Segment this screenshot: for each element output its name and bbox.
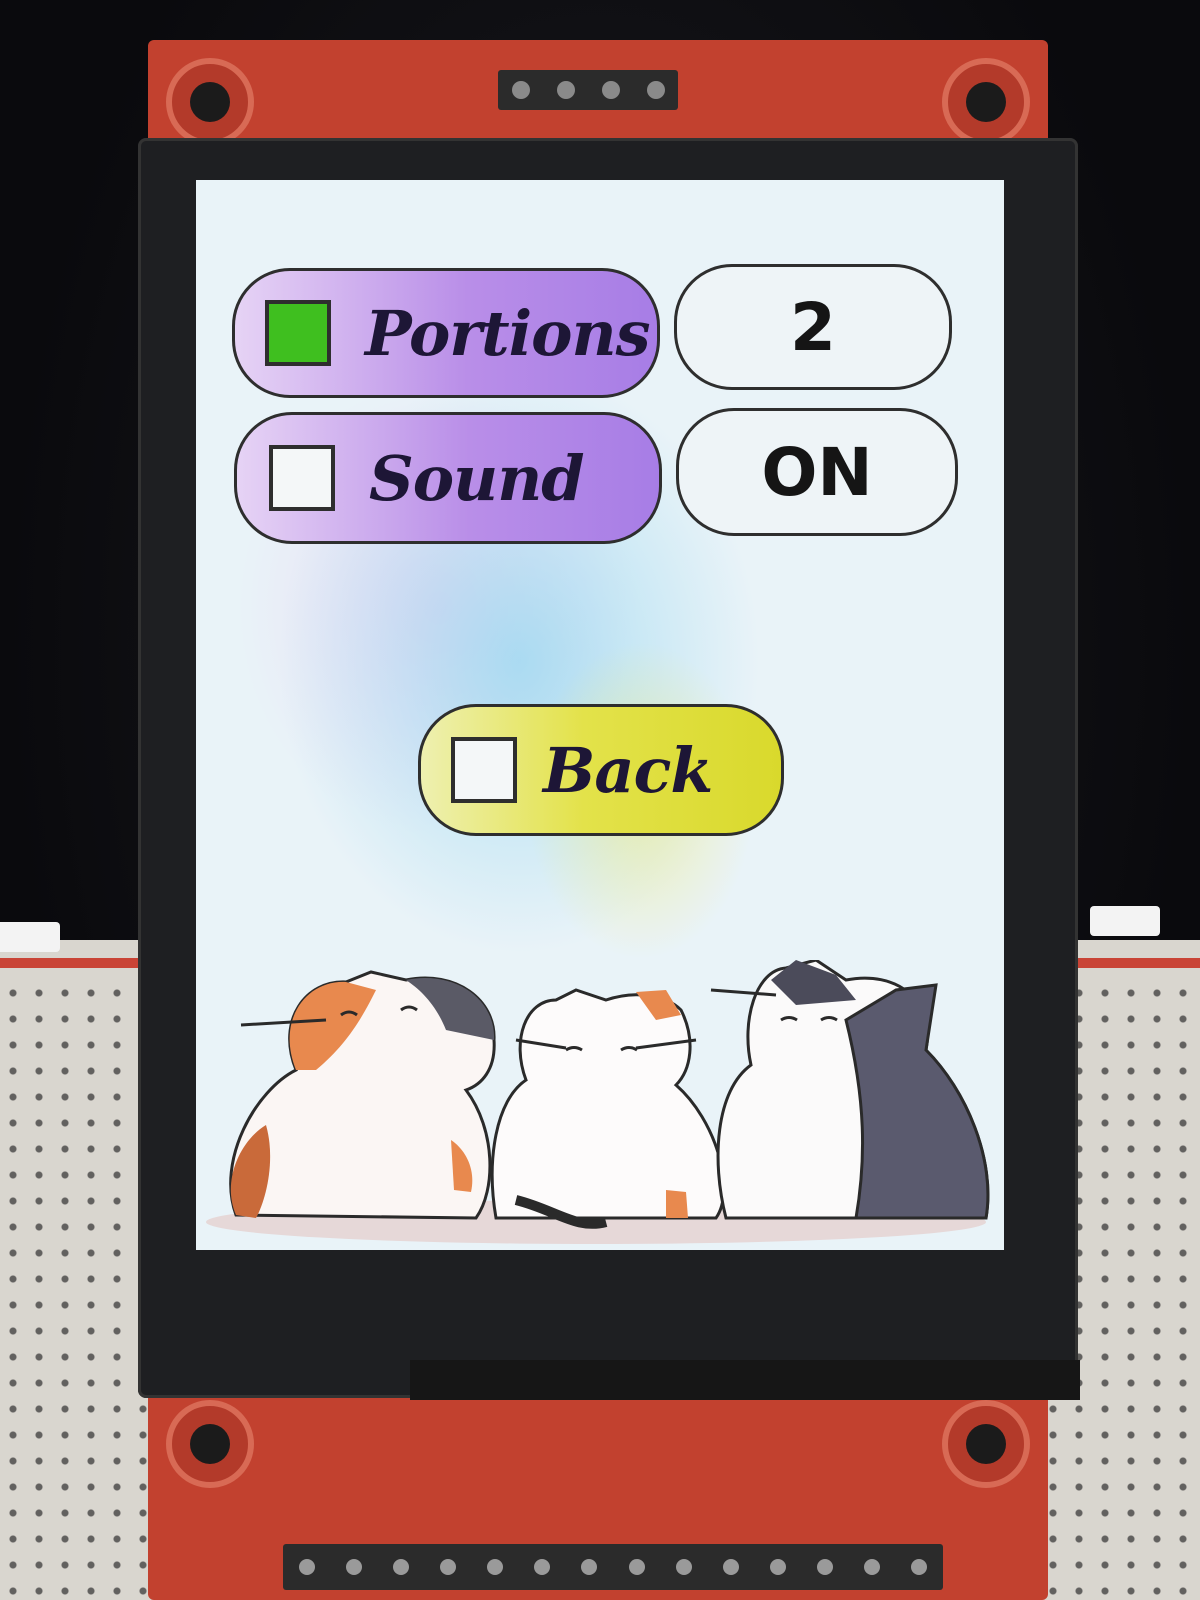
bottom-pin-header bbox=[283, 1544, 943, 1590]
header-pins bbox=[498, 70, 678, 110]
portions-value-box[interactable]: 2 bbox=[674, 264, 952, 390]
back-label: Back bbox=[543, 733, 713, 807]
portions-label: Portions bbox=[365, 296, 651, 370]
mount-hole bbox=[166, 1400, 254, 1488]
portions-checkbox[interactable] bbox=[265, 300, 331, 366]
tuxedo-cat-icon bbox=[710, 960, 990, 1220]
cats-illustration bbox=[206, 960, 990, 1244]
mount-hole bbox=[942, 1400, 1030, 1488]
breadboard-peg bbox=[1090, 906, 1160, 936]
back-button[interactable]: Back bbox=[418, 704, 784, 836]
flex-cable bbox=[410, 1360, 1080, 1400]
sound-value-box[interactable]: ON bbox=[676, 408, 958, 536]
sound-checkbox[interactable] bbox=[269, 445, 335, 511]
portions-value: 2 bbox=[790, 288, 836, 366]
mount-hole bbox=[942, 58, 1030, 146]
photo-scene: Portions 2 Sound ON Back bbox=[0, 0, 1200, 1600]
mount-hole bbox=[166, 58, 254, 146]
calico-cat-icon bbox=[229, 970, 496, 1220]
lcd-screen: Portions 2 Sound ON Back bbox=[196, 180, 1004, 1250]
breadboard-peg bbox=[0, 922, 60, 952]
sound-value: ON bbox=[761, 433, 873, 511]
sound-label: Sound bbox=[369, 441, 585, 515]
white-cat-icon bbox=[490, 988, 726, 1229]
sound-button[interactable]: Sound bbox=[234, 412, 662, 544]
portions-button[interactable]: Portions bbox=[232, 268, 660, 398]
back-checkbox[interactable] bbox=[451, 737, 517, 803]
